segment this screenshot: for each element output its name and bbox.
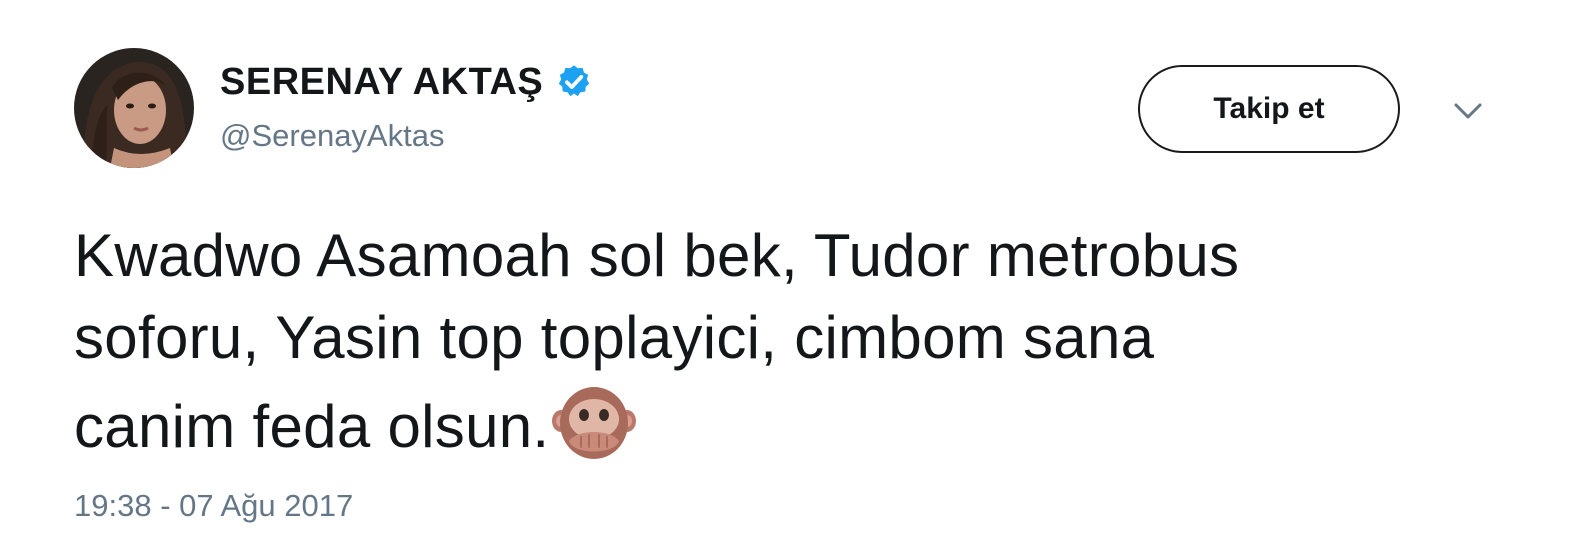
tweet-timestamp[interactable]: 19:38 - 07 Ağu 2017 xyxy=(74,488,353,524)
tweet-text: Kwadwo Asamoah sol bek, Tudor metrobus s… xyxy=(74,215,1514,468)
avatar[interactable] xyxy=(74,48,194,168)
tweet-text-line: soforu, Yasin top toplayici, cimbom sana xyxy=(74,304,1155,371)
author-name-row: SERENAY AKTAŞ xyxy=(220,58,593,106)
follow-button[interactable]: Takip et xyxy=(1138,65,1400,153)
verified-badge-icon xyxy=(555,63,593,101)
user-handle[interactable]: @SerenayAktas xyxy=(220,118,444,154)
speak-no-evil-monkey-icon xyxy=(551,379,637,465)
tweet-card: SERENAY AKTAŞ @SerenayAktas Takip et Kwa… xyxy=(0,0,1570,555)
tweet-text-line-last: canim feda olsun. xyxy=(74,379,1514,468)
tweet-text-line: Kwadwo Asamoah sol bek, Tudor metrobus xyxy=(74,222,1240,289)
tweet-text-line: canim feda olsun. xyxy=(74,393,550,460)
display-name[interactable]: SERENAY AKTAŞ xyxy=(220,61,543,104)
chevron-down-icon[interactable] xyxy=(1448,96,1488,126)
